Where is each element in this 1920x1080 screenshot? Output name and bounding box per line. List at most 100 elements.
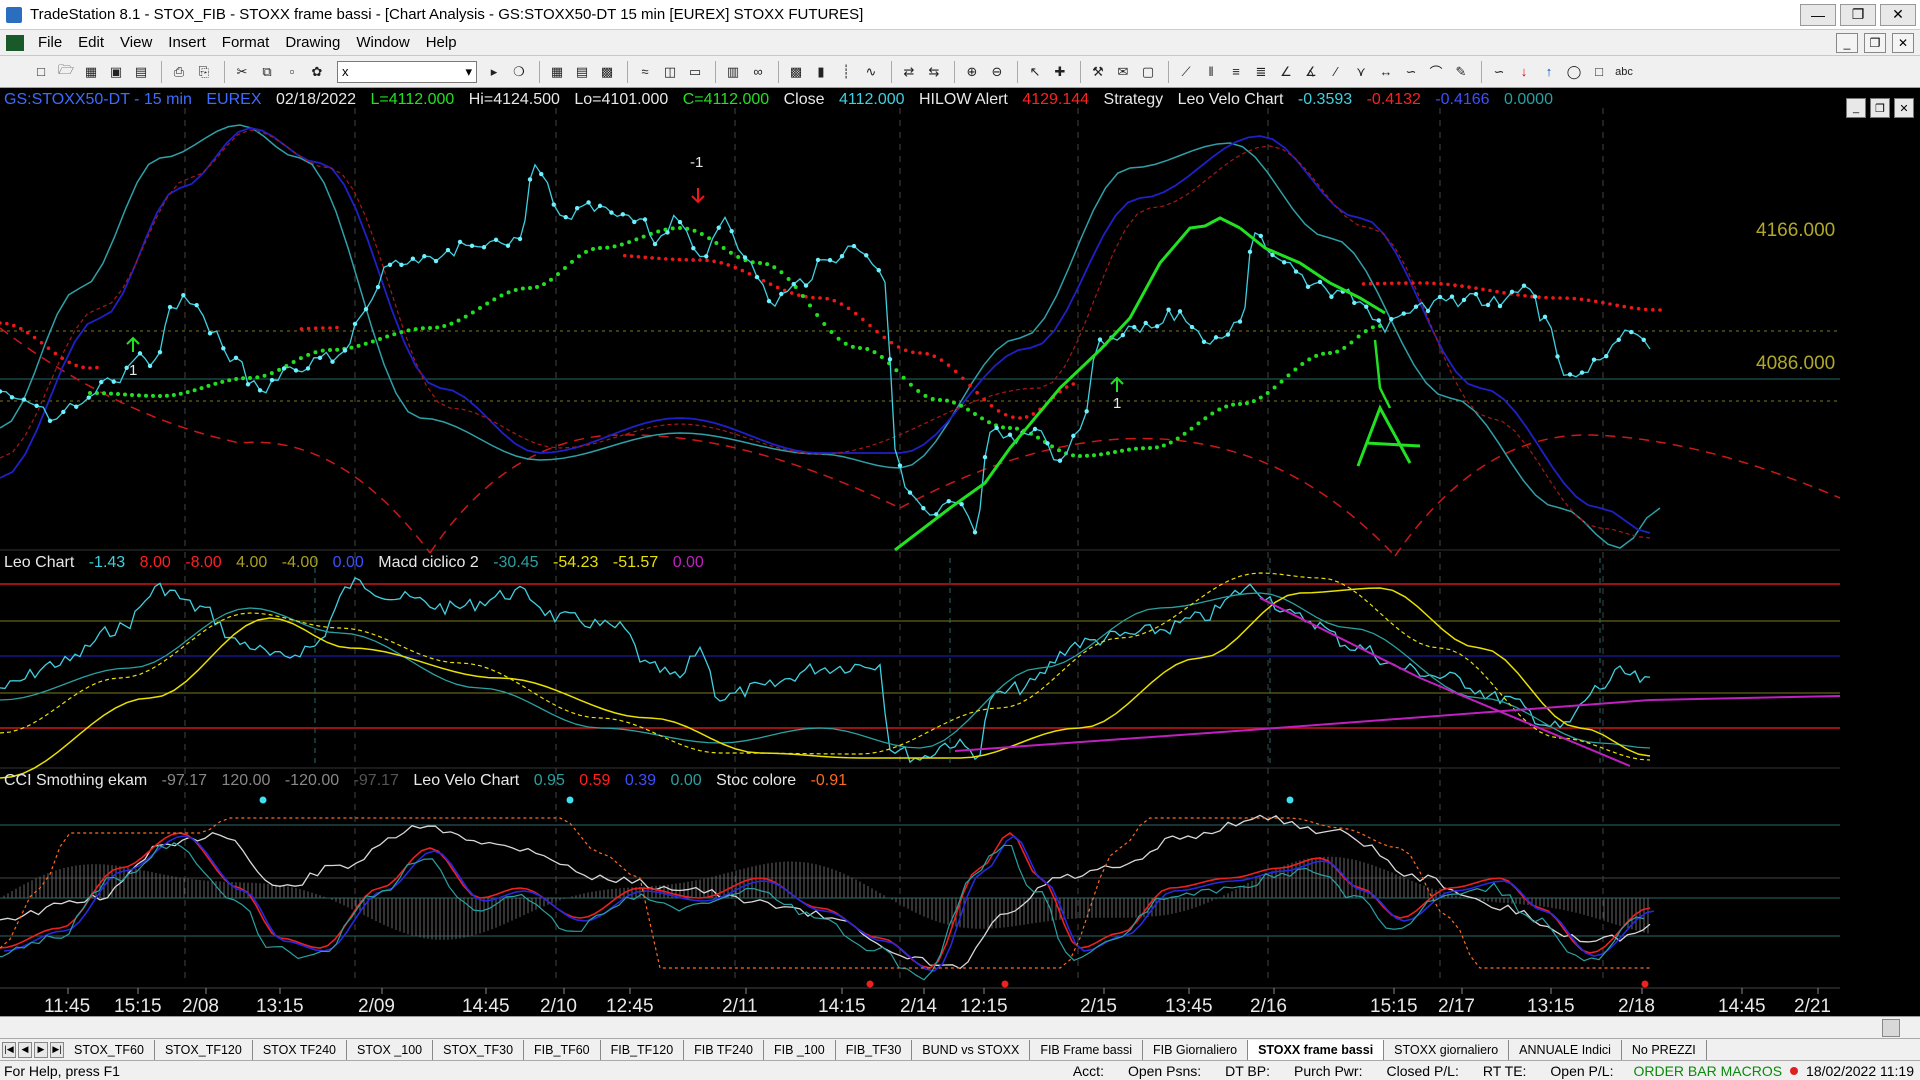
cut-icon[interactable]: ✂ xyxy=(231,61,253,83)
symbol-input[interactable]: x ▾ xyxy=(337,60,477,83)
down-arrow-icon[interactable]: ↓ xyxy=(1513,61,1535,83)
tab-first-icon[interactable]: |◀ xyxy=(2,1041,16,1058)
tab-fib-100[interactable]: FIB _100 xyxy=(764,1039,836,1060)
horizontal-arrow-icon[interactable]: ↔ xyxy=(1375,61,1397,83)
minimize-button[interactable]: — xyxy=(1800,3,1836,26)
parallel-lines-icon[interactable]: ‖ xyxy=(1200,61,1222,83)
line-on-close-icon[interactable]: ∿ xyxy=(860,61,882,83)
tab-fib-tf60[interactable]: FIB_TF60 xyxy=(524,1039,601,1060)
ellipse-icon[interactable]: ◯ xyxy=(1563,61,1585,83)
speed-lines-icon[interactable]: ∡ xyxy=(1300,61,1322,83)
insert-window-icon[interactable]: ▥ xyxy=(722,61,744,83)
save-icon[interactable]: ▣ xyxy=(105,61,127,83)
ohlc-bar-icon[interactable]: ┊ xyxy=(835,61,857,83)
tab-fib-tf240[interactable]: FIB TF240 xyxy=(684,1039,764,1060)
chart-analysis-icon[interactable]: ▦ xyxy=(546,61,568,83)
open-folder-icon[interactable]: 🗁 xyxy=(55,61,77,83)
radarscreen-icon[interactable]: ▤ xyxy=(571,61,593,83)
arc-icon[interactable]: ⌒ xyxy=(1425,61,1447,83)
chart-analysis-window[interactable]: 4220420041804160414041204100408040604040… xyxy=(0,88,1920,1024)
tab-annuale-indici[interactable]: ANNUALE Indici xyxy=(1509,1039,1622,1060)
horizontal-scrollbar[interactable] xyxy=(0,1016,1920,1038)
copy-icon[interactable]: ⧉ xyxy=(256,61,278,83)
menu-view[interactable]: View xyxy=(112,34,160,51)
up-arrow-icon[interactable]: ↑ xyxy=(1538,61,1560,83)
menu-edit[interactable]: Edit xyxy=(70,34,112,51)
trendline-icon[interactable]: ⟋ xyxy=(1175,61,1197,83)
tab-bund-vs-stoxx[interactable]: BUND vs STOXX xyxy=(912,1039,1031,1060)
rectangle-icon[interactable]: □ xyxy=(1588,61,1610,83)
matrix-icon[interactable]: ▩ xyxy=(596,61,618,83)
time-cycle-icon[interactable]: ∽ xyxy=(1400,61,1422,83)
menu-drawing[interactable]: Drawing xyxy=(277,34,348,51)
new-file-icon[interactable]: □ xyxy=(30,61,52,83)
print-icon[interactable]: ⎙ xyxy=(168,61,190,83)
indicator-icon[interactable]: ≈ xyxy=(634,61,656,83)
go-arrow-icon[interactable]: ▸ xyxy=(483,61,505,83)
open-workspace-icon[interactable]: ▦ xyxy=(80,61,102,83)
mdi-minimize-button[interactable]: _ xyxy=(1836,32,1858,53)
tab-stox-100[interactable]: STOX _100 xyxy=(347,1039,434,1060)
chart-close-button[interactable]: ✕ xyxy=(1894,98,1914,118)
mdi-restore-button[interactable]: ❐ xyxy=(1864,32,1886,53)
tab-prev-icon[interactable]: ◀ xyxy=(18,1041,32,1058)
scrollbar-thumb[interactable] xyxy=(1882,1019,1900,1037)
link-icon[interactable]: ∞ xyxy=(747,61,769,83)
scroll-right-icon[interactable]: ⇆ xyxy=(923,61,945,83)
tab-last-icon[interactable]: ▶| xyxy=(50,1041,64,1058)
close-price-dot xyxy=(469,243,475,249)
format-icon[interactable]: ▭ xyxy=(684,61,706,83)
mdi-close-button[interactable]: ✕ xyxy=(1892,32,1914,53)
menu-file[interactable]: File xyxy=(30,34,70,51)
disabled-tool-icon[interactable]: ▢ xyxy=(1137,61,1159,83)
hammer-icon[interactable]: ⚒ xyxy=(1087,61,1109,83)
tab-fib-tf120[interactable]: FIB_TF120 xyxy=(601,1039,685,1060)
andrews-pitchfork-icon[interactable]: ⋎ xyxy=(1350,61,1372,83)
menu-help[interactable]: Help xyxy=(418,34,465,51)
save-all-icon[interactable]: ▤ xyxy=(130,61,152,83)
lookup-icon[interactable]: ❍ xyxy=(508,61,530,83)
chevron-down-icon[interactable]: ▾ xyxy=(465,64,472,80)
tab-fib-giornaliero[interactable]: FIB Giornaliero xyxy=(1143,1039,1249,1060)
candlestick-icon[interactable]: ▮ xyxy=(810,61,832,83)
chart-window-icon[interactable] xyxy=(6,34,24,51)
tab-stox-tf30[interactable]: STOX_TF30 xyxy=(433,1039,525,1060)
print-preview-icon[interactable]: ⎘ xyxy=(193,61,215,83)
tab-stoxx-frame-bassi[interactable]: STOXX frame bassi xyxy=(1248,1039,1385,1060)
tab-fib-tf30[interactable]: FIB_TF30 xyxy=(836,1039,913,1060)
order-bar-macros[interactable]: ORDER BAR MACROS xyxy=(1625,1063,1790,1079)
curve-icon[interactable]: ∽ xyxy=(1488,61,1510,83)
tab-fib-frame-bassi[interactable]: FIB Frame bassi xyxy=(1030,1039,1143,1060)
tab-stoxx-giornaliero[interactable]: STOXX giornaliero xyxy=(1384,1039,1510,1060)
menu-window[interactable]: Window xyxy=(348,34,417,51)
close-button[interactable]: ✕ xyxy=(1880,3,1916,26)
price-axis[interactable]: _ ❐ ✕ xyxy=(1840,88,1920,1024)
gann-fan-icon[interactable]: ∠ xyxy=(1275,61,1297,83)
color-palette-icon[interactable]: ✿ xyxy=(306,61,328,83)
menu-format[interactable]: Format xyxy=(214,34,278,51)
text-tool-icon[interactable]: abc xyxy=(1613,61,1635,83)
pen-icon[interactable]: ✎ xyxy=(1450,61,1472,83)
tab-stox-tf60[interactable]: STOX_TF60 xyxy=(64,1039,155,1060)
tab-stox-tf240[interactable]: STOX TF240 xyxy=(253,1039,348,1060)
horizontal-lines-icon[interactable]: ≡ xyxy=(1225,61,1247,83)
bar-type-icon[interactable]: ▩ xyxy=(785,61,807,83)
regression-icon[interactable]: ∕ xyxy=(1325,61,1347,83)
order-entry-icon[interactable]: ✉ xyxy=(1112,61,1134,83)
tab-next-icon[interactable]: ▶ xyxy=(34,1041,48,1058)
zoom-out-icon[interactable]: ⊖ xyxy=(986,61,1008,83)
zoom-in-icon[interactable]: ⊕ xyxy=(961,61,983,83)
maximize-button[interactable]: ❐ xyxy=(1840,3,1876,26)
chart-minimize-button[interactable]: _ xyxy=(1846,98,1866,118)
crosshair-icon[interactable]: ✚ xyxy=(1049,61,1071,83)
strategy-icon[interactable]: ◫ xyxy=(659,61,681,83)
paste-icon[interactable]: ▫ xyxy=(281,61,303,83)
fib-retracement-icon[interactable]: ≣ xyxy=(1250,61,1272,83)
menu-insert[interactable]: Insert xyxy=(160,34,214,51)
tab-stox-tf120[interactable]: STOX_TF120 xyxy=(155,1039,253,1060)
pointer-icon[interactable]: ↖ xyxy=(1024,61,1046,83)
chart-canvas[interactable]: 4220420041804160414041204100408040604040… xyxy=(0,88,1840,1016)
tab-no-prezzi[interactable]: No PREZZI xyxy=(1622,1039,1707,1060)
scroll-left-icon[interactable]: ⇄ xyxy=(898,61,920,83)
chart-restore-button[interactable]: ❐ xyxy=(1870,98,1890,118)
